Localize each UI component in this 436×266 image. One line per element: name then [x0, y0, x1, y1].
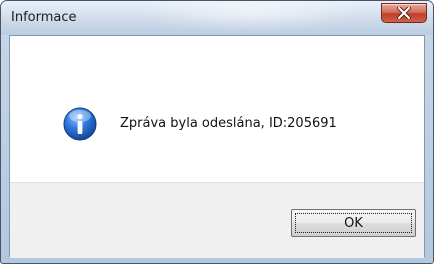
focus-ring	[295, 213, 412, 233]
ok-button[interactable]: OK	[291, 209, 416, 237]
info-icon	[63, 107, 97, 141]
dialog-client-area: Zpráva byla odeslána, ID:205691 OK	[9, 35, 425, 258]
dialog-window: Informace Zpráva byla odeslána, ID:20569…	[0, 0, 434, 264]
close-button[interactable]	[381, 3, 427, 23]
message-text: Zpráva byla odeslána, ID:205691	[120, 116, 337, 131]
title-bar[interactable]: Informace	[1, 1, 433, 35]
close-icon	[397, 7, 411, 19]
window-title: Informace	[11, 10, 77, 25]
button-bar: OK	[10, 182, 424, 258]
message-area: Zpráva byla odeslána, ID:205691	[10, 36, 424, 182]
